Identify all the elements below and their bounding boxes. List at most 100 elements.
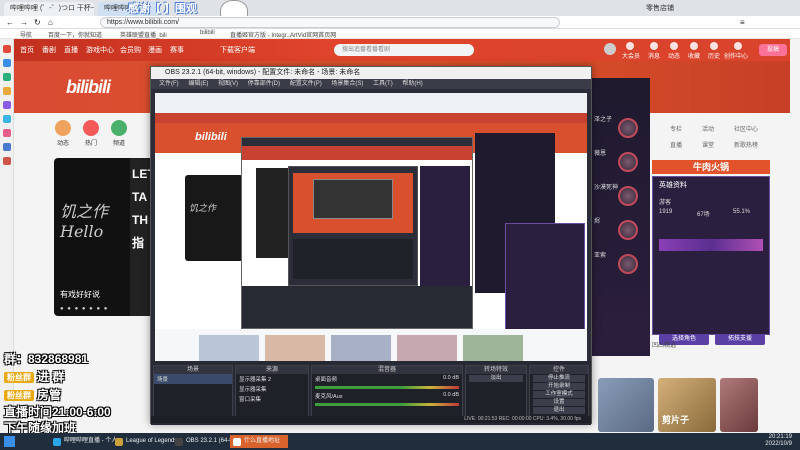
source-item[interactable]: 显示器采集 2 [236,374,308,384]
carousel-dots[interactable]: ● ● ● ● ● ● ● [60,306,108,312]
taskbar-item[interactable]: 哔哩哔哩直播 - 个人... [50,435,122,448]
dynamic-link[interactable]: 动态 [668,51,680,60]
studio-mode-button[interactable]: 工作室模式 [533,391,585,398]
taskbar-clock[interactable]: 20:21:19 2022/10/9 [765,434,792,448]
obs-preview[interactable]: bilibili 饥之作 [155,93,587,397]
bookmark-item[interactable]: 导航 [20,30,32,39]
app-icon[interactable] [3,73,11,81]
avatar[interactable] [604,43,616,55]
bookmark-item[interactable]: ArtVid官网首页网 [290,30,336,39]
taskbar-item-active[interactable]: 什么直播地址 [230,435,288,448]
nav-manga[interactable]: 漫画 [148,45,162,55]
bili-search-input[interactable]: 搜出追番看番看剧 [334,44,474,56]
source-item[interactable]: 窗口采集 [236,394,308,404]
obs-menu-tools[interactable]: 工具(T) [373,81,393,87]
obs-menu-edit[interactable]: 编辑(E) [188,81,208,87]
obs-menu-view[interactable]: 视图(V) [218,81,238,87]
upload-button[interactable]: 投稿 [759,44,787,56]
feed-caption: 凹凸精选 [652,343,677,349]
vip-icon[interactable] [626,42,634,50]
channel-list[interactable]: 频道 [110,120,128,147]
url-input[interactable]: https://www.bilibili.com/ [100,17,560,28]
champion-avatar[interactable] [618,152,638,172]
settings-button[interactable]: 设置 [533,399,585,406]
app-icon[interactable] [3,87,11,95]
bili-logo[interactable]: bilibili [66,77,111,98]
video-thumbnail[interactable]: 剪片子 [658,378,716,432]
channel-dynamic[interactable]: 动态 [54,120,72,147]
champion-name: 烬 [594,219,601,225]
start-recording-button[interactable]: 开始录制 [533,383,585,390]
mixer-panel: 混音器 桌面音频 0.0 dB 麦克风/Aux 0.0 dB [311,365,463,421]
nav-game-center[interactable]: 游戏中心 [86,45,114,55]
champion-name: 泽之子 [594,117,613,123]
bookmark-item[interactable]: bilibili [200,30,215,36]
right-nav-songs[interactable]: 新歌热榜 [734,140,758,149]
nav-anime[interactable]: 番剧 [42,45,56,55]
favorite-link[interactable]: 收藏 [688,51,700,60]
right-nav-class[interactable]: 课堂 [702,140,714,149]
video-thumbnail[interactable] [720,378,758,432]
exit-button[interactable]: 退出 [533,407,585,414]
app-icon[interactable] [3,101,11,109]
history-icon[interactable] [710,42,718,50]
nav-download[interactable]: 下载客户端 [220,45,255,55]
app-icon[interactable] [3,45,11,53]
menu-icon[interactable]: ≡ [740,18,745,27]
windows-taskbar: 哔哩哔哩直播 - 个人... League of Legends OBS 23.… [0,433,800,450]
stop-stream-button[interactable]: 停止推流 [533,375,585,382]
app-icon[interactable] [3,59,11,67]
source-item[interactable]: 显示器采集 [236,384,308,394]
right-nav-column[interactable]: 专栏 [670,124,682,133]
obs-menu-file[interactable]: 文件(F) [159,81,179,87]
mixer-channel: 麦克风/Aux 0.0 dB [315,392,459,400]
right-nav-community[interactable]: 社区中心 [734,124,758,133]
support-button[interactable]: 拓技支援 [715,334,765,345]
start-icon[interactable] [4,436,15,447]
taskbar-item[interactable]: OBS 23.2.1 (64-bit... [172,435,241,448]
favorite-icon[interactable] [690,42,698,50]
vip-link[interactable]: 大会员 [622,51,640,60]
nested-capture-2 [288,166,418,286]
item-slots[interactable] [659,239,763,251]
taskbar-item[interactable]: League of Legends [112,435,177,448]
obs-menu-help[interactable]: 帮助(H) [402,81,422,87]
bookmark-item[interactable]: 百度一下，你就知道 [48,30,102,39]
bookmark-item[interactable]: 直播姬官方版 - Integr... [230,30,291,39]
app-icon[interactable] [3,143,11,151]
champion-avatar[interactable] [618,186,638,206]
dynamic-icon[interactable] [670,42,678,50]
right-nav-activity[interactable]: 活动 [702,124,714,133]
feature-side-card[interactable]: LET TA TH 指 [130,158,152,316]
nav-events[interactable]: 赛事 [170,45,184,55]
browser-right-label[interactable]: 零售店铺 [640,2,700,16]
obs-menu-scenes[interactable]: 场景集合(S) [331,81,363,87]
nav-home[interactable]: 首页 [20,45,34,55]
champion-avatar[interactable] [618,254,638,274]
browser-tab[interactable]: 哔哩哔哩 (゜-゜)つロ 干杯~-bilibili [4,2,94,16]
forward-icon[interactable]: → [20,18,28,27]
message-link[interactable]: 消息 [648,51,660,60]
obs-menu-profile[interactable]: 配置文件(P) [290,81,322,87]
video-thumbnail[interactable] [598,378,654,432]
right-nav-live[interactable]: 直播 [670,140,682,149]
obs-menu-docks[interactable]: 停靠部件(D) [248,81,280,87]
creator-link[interactable]: 创作中心 [724,51,748,60]
nav-shop[interactable]: 会员购 [120,45,141,55]
back-icon[interactable]: ← [6,18,14,27]
home-icon[interactable]: ⌂ [48,18,53,27]
bookmark-item[interactable]: 英雄联盟直播_bili [120,30,167,39]
message-icon[interactable] [650,42,658,50]
app-icon[interactable] [3,115,11,123]
app-icon[interactable] [3,157,11,165]
reload-icon[interactable]: ↻ [34,18,41,27]
channel-hot[interactable]: 热门 [82,120,100,147]
creator-icon[interactable] [734,42,742,50]
nav-live[interactable]: 直播 [64,45,78,55]
champion-avatar[interactable] [618,118,638,138]
scene-item[interactable]: 场景 [154,374,232,384]
app-icon[interactable] [3,129,11,137]
history-link[interactable]: 历史 [708,51,720,60]
transition-select[interactable]: 淡出 [469,375,523,382]
champion-avatar[interactable] [618,220,638,240]
